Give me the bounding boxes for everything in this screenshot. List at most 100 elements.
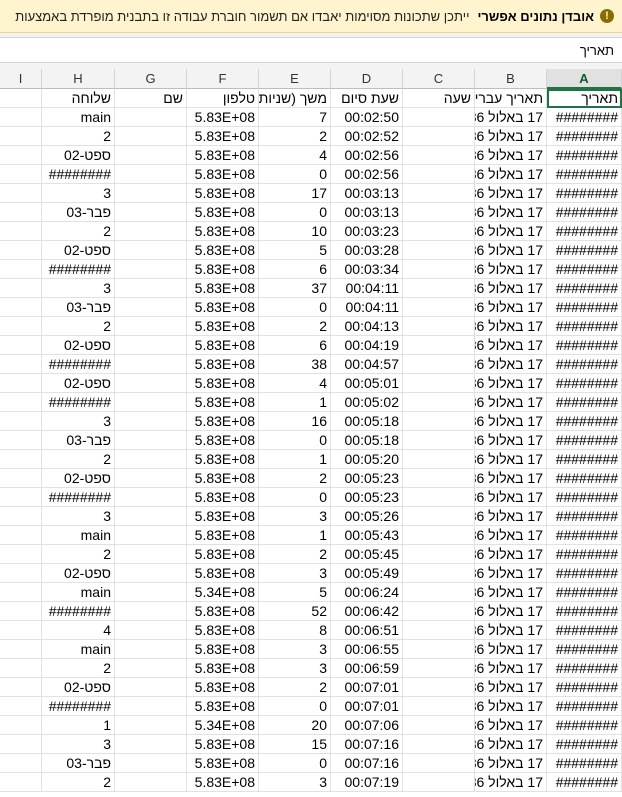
cell-h[interactable]: 03-פבר [42,203,115,222]
cell-f[interactable]: 5.83E+08 [187,146,259,165]
cell-a[interactable]: ######## [547,355,622,374]
cell-e[interactable]: 37 [259,279,331,298]
cell-h[interactable]: 02-ספט [42,241,115,260]
cell-i[interactable] [0,735,42,754]
cell-b[interactable]: 17 באלול 5786 [475,507,547,526]
cell-c[interactable] [403,526,475,545]
cell-c[interactable] [403,412,475,431]
cell-g[interactable] [115,146,187,165]
cell-g[interactable] [115,678,187,697]
cell-g[interactable] [115,773,187,792]
cell-g[interactable] [115,374,187,393]
cell-a[interactable]: ######## [547,279,622,298]
cell-f[interactable]: 5.83E+08 [187,545,259,564]
cell-a[interactable]: ######## [547,374,622,393]
cell-h[interactable]: 2 [42,450,115,469]
cell-d[interactable]: 00:04:11 [331,279,403,298]
cell-i[interactable] [0,165,42,184]
cell-a[interactable]: ######## [547,545,622,564]
cell-i[interactable] [0,260,42,279]
cell-d[interactable]: 00:07:06 [331,716,403,735]
cell-d[interactable]: 00:03:28 [331,241,403,260]
cell-e[interactable]: 1 [259,526,331,545]
cell-g[interactable] [115,640,187,659]
cell-c[interactable] [403,659,475,678]
cell-i[interactable] [0,108,42,127]
cell-d[interactable]: 00:05:45 [331,545,403,564]
cell-h[interactable]: main [42,640,115,659]
cell-e[interactable]: 20 [259,716,331,735]
cell-f[interactable]: 5.83E+08 [187,754,259,773]
cell-c[interactable] [403,393,475,412]
cell-d[interactable]: 00:07:16 [331,754,403,773]
cell-f[interactable]: 5.83E+08 [187,773,259,792]
cell-g[interactable] [115,526,187,545]
cell-b[interactable]: 17 באלול 5786 [475,488,547,507]
column-header-d[interactable]: D [331,69,403,89]
cell-a[interactable]: ######## [547,431,622,450]
cell-h[interactable]: main [42,583,115,602]
cell-i[interactable] [0,298,42,317]
cell-b[interactable]: 17 באלול 5786 [475,754,547,773]
cell-i[interactable] [0,583,42,602]
cell-g[interactable] [115,260,187,279]
cell-g[interactable] [115,621,187,640]
cell-a[interactable]: ######## [547,697,622,716]
cell-f[interactable]: 5.83E+08 [187,507,259,526]
cell-d[interactable]: 00:07:16 [331,735,403,754]
cell-e[interactable]: 17 [259,184,331,203]
header-cell-b[interactable]: תאריך עברי [475,89,547,108]
cell-h[interactable]: 02-ספט [42,564,115,583]
cell-d[interactable]: 00:03:34 [331,260,403,279]
header-cell-h[interactable]: שלוחה [42,89,115,108]
cell-i[interactable] [0,564,42,583]
cell-d[interactable]: 00:02:52 [331,127,403,146]
cell-a[interactable]: ######## [547,602,622,621]
cell-b[interactable]: 17 באלול 5786 [475,260,547,279]
cell-g[interactable] [115,507,187,526]
cell-d[interactable]: 00:05:18 [331,412,403,431]
cell-c[interactable] [403,773,475,792]
cell-h[interactable]: 02-ספט [42,374,115,393]
cell-f[interactable]: 5.34E+08 [187,583,259,602]
cell-d[interactable]: 00:05:43 [331,526,403,545]
cell-i[interactable] [0,412,42,431]
cell-f[interactable]: 5.83E+08 [187,735,259,754]
cell-c[interactable] [403,108,475,127]
cell-e[interactable]: 3 [259,773,331,792]
cell-a[interactable]: ######## [547,412,622,431]
cell-i[interactable] [0,469,42,488]
cell-c[interactable] [403,298,475,317]
cell-a[interactable]: ######## [547,469,622,488]
cell-d[interactable]: 00:05:23 [331,469,403,488]
cell-b[interactable]: 17 באלול 5786 [475,203,547,222]
cell-g[interactable] [115,317,187,336]
cell-h[interactable]: 2 [42,773,115,792]
cell-e[interactable]: 1 [259,393,331,412]
cell-i[interactable] [0,545,42,564]
cell-g[interactable] [115,735,187,754]
cell-g[interactable] [115,298,187,317]
cell-e[interactable]: 7 [259,108,331,127]
cell-a[interactable]: ######## [547,450,622,469]
cell-b[interactable]: 17 באלול 5786 [475,393,547,412]
cell-c[interactable] [403,488,475,507]
cell-i[interactable] [0,127,42,146]
cell-e[interactable]: 3 [259,564,331,583]
cell-b[interactable]: 17 באלול 5786 [475,640,547,659]
cell-b[interactable]: 17 באלול 5786 [475,412,547,431]
cell-e[interactable]: 6 [259,260,331,279]
cell-f[interactable]: 5.83E+08 [187,412,259,431]
cell-g[interactable] [115,203,187,222]
cell-f[interactable]: 5.83E+08 [187,393,259,412]
cell-b[interactable]: 17 באלול 5786 [475,602,547,621]
cell-e[interactable]: 5 [259,583,331,602]
cell-a[interactable]: ######## [547,165,622,184]
cell-g[interactable] [115,127,187,146]
cell-d[interactable]: 00:05:23 [331,488,403,507]
cell-f[interactable]: 5.83E+08 [187,431,259,450]
cell-c[interactable] [403,735,475,754]
cell-h[interactable]: 02-ספט [42,336,115,355]
cell-a[interactable]: ######## [547,564,622,583]
cell-f[interactable]: 5.83E+08 [187,317,259,336]
